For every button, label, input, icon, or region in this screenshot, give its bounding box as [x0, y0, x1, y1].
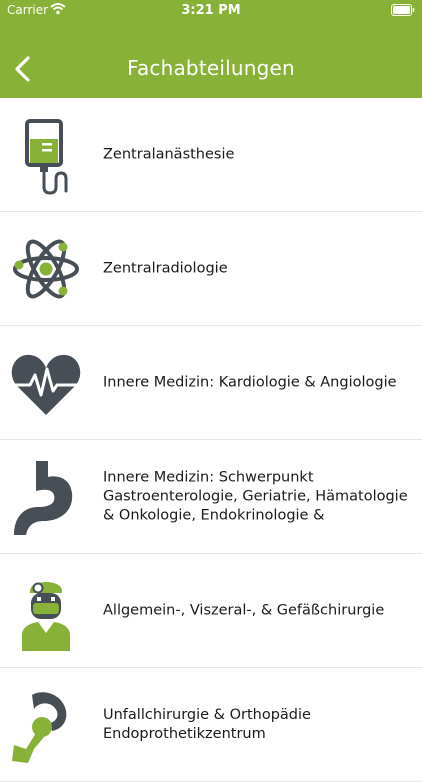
hip-joint-icon [8, 683, 84, 767]
status-time: 3:21 PM [181, 3, 241, 18]
status-bar: Carrier 3:21 PM [0, 0, 422, 22]
department-label: Allgemein-, Viszeral-, & Gefäßchirurgie [103, 602, 385, 618]
list-item[interactable]: Innere Medizin: Kardiologie & Angiologie [0, 326, 422, 440]
department-label: Unfallchirurgie & Orthopädie Endoprothet… [103, 706, 311, 742]
department-list: Zentralanästhesie Zentralradiologie Inne… [0, 98, 422, 782]
department-label: Zentralanästhesie [103, 146, 235, 162]
department-label: Zentralradiologie [103, 260, 228, 276]
navigation-bar: Fachabteilungen [0, 40, 422, 98]
page-title: Fachabteilungen [127, 56, 295, 80]
heart-pulse-icon [8, 341, 84, 425]
surgeon-icon [8, 569, 84, 653]
app-header: Carrier 3:21 PM Fachabteilungen [0, 0, 422, 98]
battery-icon [391, 4, 415, 16]
department-label: Innere Medizin: Kardiologie & Angiologie [103, 374, 397, 390]
department-label: Innere Medizin: Schwerpunkt Gastroentero… [103, 469, 408, 523]
list-item[interactable]: Innere Medizin: Schwerpunkt Gastroentero… [0, 440, 422, 554]
atom-icon [8, 227, 84, 311]
list-item[interactable]: Zentralradiologie [0, 212, 422, 326]
list-item[interactable]: Unfallchirurgie & Orthopädie Endoprothet… [0, 668, 422, 782]
stomach-icon [8, 455, 84, 539]
iv-drip-icon [8, 113, 84, 197]
list-item[interactable]: Allgemein-, Viszeral-, & Gefäßchirurgie [0, 554, 422, 668]
list-item[interactable]: Zentralanästhesie [0, 98, 422, 212]
